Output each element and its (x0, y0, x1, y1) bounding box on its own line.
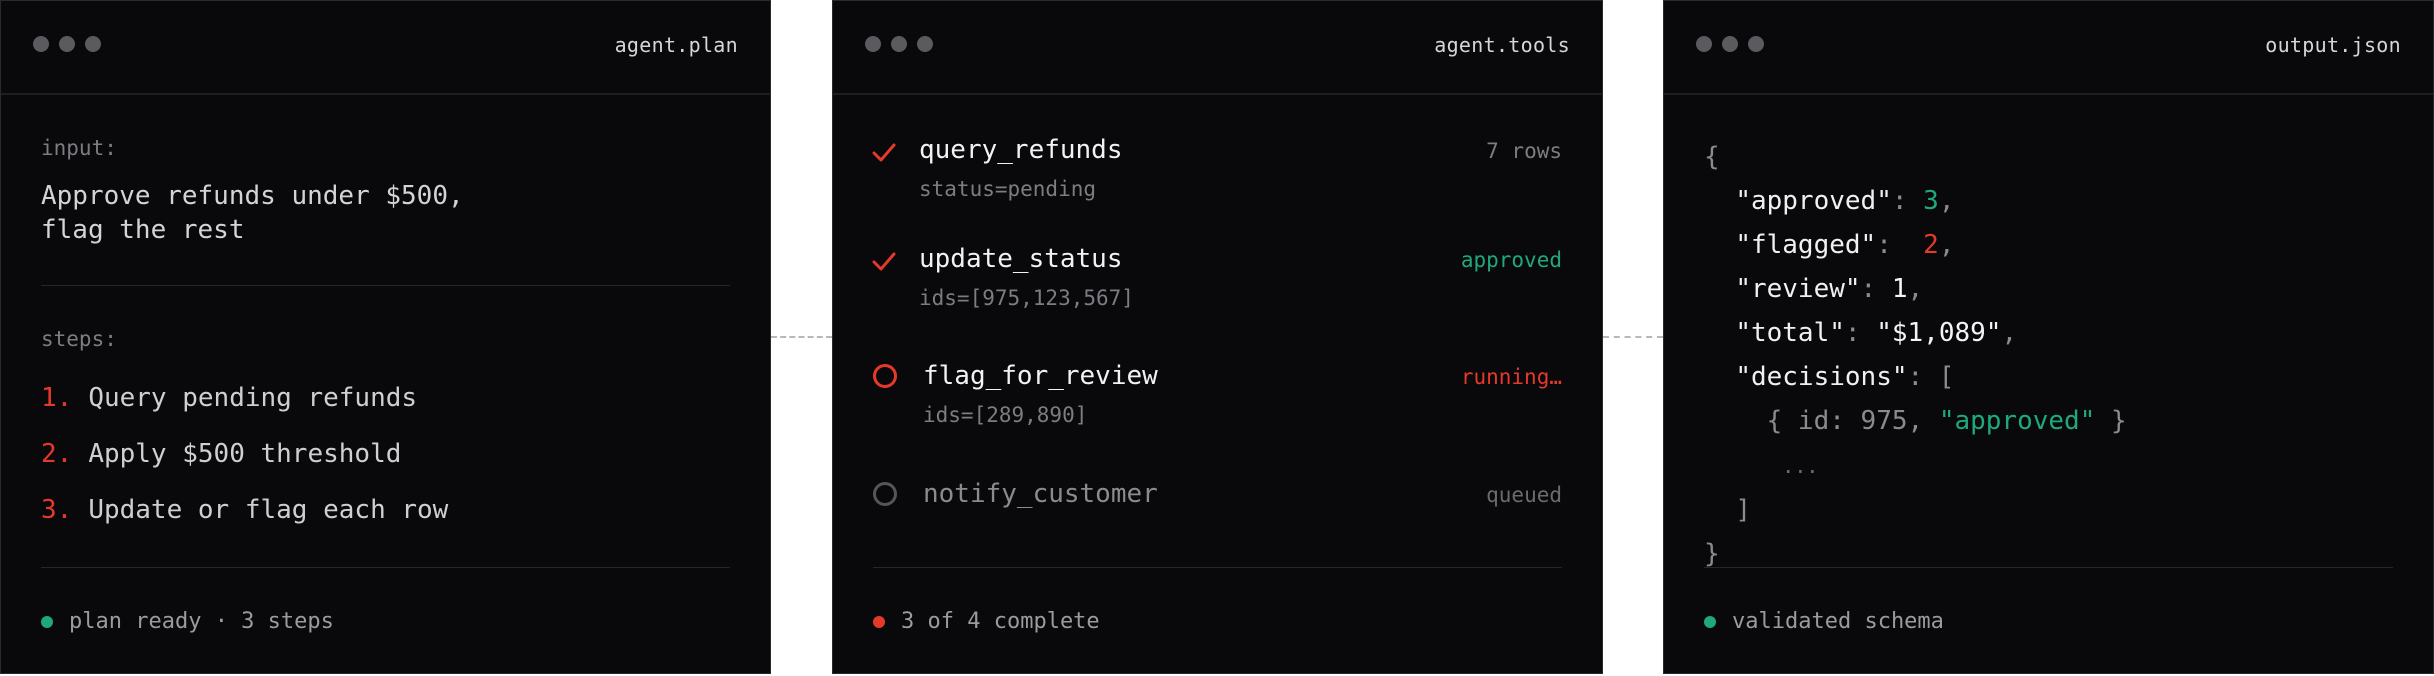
json-bracket: ] (1735, 495, 1751, 525)
tool-args: status=pending (919, 177, 1097, 201)
minimize-dot-icon[interactable] (1722, 36, 1738, 52)
json-ellipsis: ... (1782, 454, 1819, 478)
tools-status-text: 3 of 4 complete (901, 609, 1100, 634)
step-text: Apply $500 threshold (88, 439, 402, 469)
status-dot-icon (873, 615, 885, 628)
connector-plan-tools (771, 336, 832, 338)
divider (873, 567, 1562, 568)
tool-status: 7 rows (1486, 139, 1562, 163)
minimize-dot-icon[interactable] (891, 36, 907, 52)
step-number: 2. (41, 439, 73, 469)
minimize-dot-icon[interactable] (59, 36, 75, 52)
step-number: 3. (41, 495, 73, 525)
step-item: 2. Apply $500 threshold (41, 439, 401, 469)
maximize-dot-icon[interactable] (85, 36, 101, 52)
output-footer: validated schema (1704, 609, 1944, 634)
window-title: agent.tools (1434, 33, 1570, 57)
close-dot-icon[interactable] (1696, 36, 1712, 52)
divider (41, 285, 730, 286)
tool-name: flag_for_review (923, 361, 1158, 391)
json-entry-end: } (2095, 406, 2127, 436)
maximize-dot-icon[interactable] (917, 36, 933, 52)
step-text: Update or flag each row (88, 495, 449, 525)
tools-titlebar: agent.tools (833, 1, 1602, 95)
tool-status: running… (1460, 365, 1562, 389)
window-controls (33, 36, 101, 52)
tool-args: ids=[975,123,567] (919, 286, 1134, 310)
json-value: 2 (1923, 230, 1939, 260)
step-number: 1. (41, 383, 73, 413)
step-item: 3. Update or flag each row (41, 495, 448, 525)
output-panel: output.json { "approved": 3, "flagged": … (1663, 0, 2434, 674)
tool-status: queued (1486, 483, 1562, 507)
step-item: 1. Query pending refunds (41, 383, 417, 413)
close-dot-icon[interactable] (865, 36, 881, 52)
output-titlebar: output.json (1664, 1, 2433, 95)
tool-args: ids=[289,890] (923, 403, 1088, 427)
divider (41, 567, 730, 568)
tools-panel: agent.tools query_refunds status=pending… (832, 0, 1603, 674)
window-title: output.json (2265, 33, 2401, 57)
plan-panel: agent.plan input: Approve refunds under … (0, 0, 771, 674)
input-text: Approve refunds under $500, flag the res… (41, 181, 464, 245)
json-value: "approved" (1938, 406, 2096, 436)
queued-indicator-icon (873, 482, 899, 508)
checkmark-icon (872, 252, 896, 271)
window-controls (1696, 36, 1764, 52)
steps-label: steps: (41, 327, 117, 351)
input-label: input: (41, 136, 117, 160)
output-status-text: validated schema (1732, 609, 1944, 634)
connector-tools-output (1603, 336, 1663, 338)
tools-footer: 3 of 4 complete (873, 609, 1100, 634)
plan-footer: plan ready · 3 steps (41, 609, 334, 634)
json-brace: { (1704, 142, 1720, 172)
json-output: { "approved": 3, "flagged": 2, "review":… (1704, 142, 2127, 569)
json-key: "approved" (1735, 186, 1892, 216)
json-entry: { id: 975, (1766, 406, 1939, 436)
tool-name: notify_customer (923, 479, 1158, 509)
tool-name: query_refunds (919, 135, 1123, 165)
maximize-dot-icon[interactable] (1748, 36, 1764, 52)
checkmark-icon (872, 143, 896, 162)
json-key: "flagged" (1735, 230, 1877, 260)
step-text: Query pending refunds (88, 383, 418, 413)
close-dot-icon[interactable] (33, 36, 49, 52)
status-dot-icon (1704, 615, 1716, 628)
json-brace: } (1704, 539, 1720, 569)
json-key: "total" (1735, 318, 1845, 348)
json-value: "$1,089" (1876, 318, 2002, 348)
window-title: agent.plan (614, 33, 738, 57)
status-dot-icon (41, 615, 53, 628)
tool-status: approved (1460, 248, 1562, 272)
divider (1704, 567, 2393, 568)
json-value: 3 (1923, 186, 1939, 216)
tool-name: update_status (919, 244, 1123, 274)
plan-status-text: plan ready · 3 steps (69, 609, 334, 634)
json-key: "decisions" (1735, 362, 1908, 392)
window-controls (865, 36, 933, 52)
json-key: "review" (1735, 274, 1861, 304)
json-value: 1 (1891, 274, 1908, 304)
running-indicator-icon (873, 364, 899, 390)
plan-titlebar: agent.plan (1, 1, 770, 95)
